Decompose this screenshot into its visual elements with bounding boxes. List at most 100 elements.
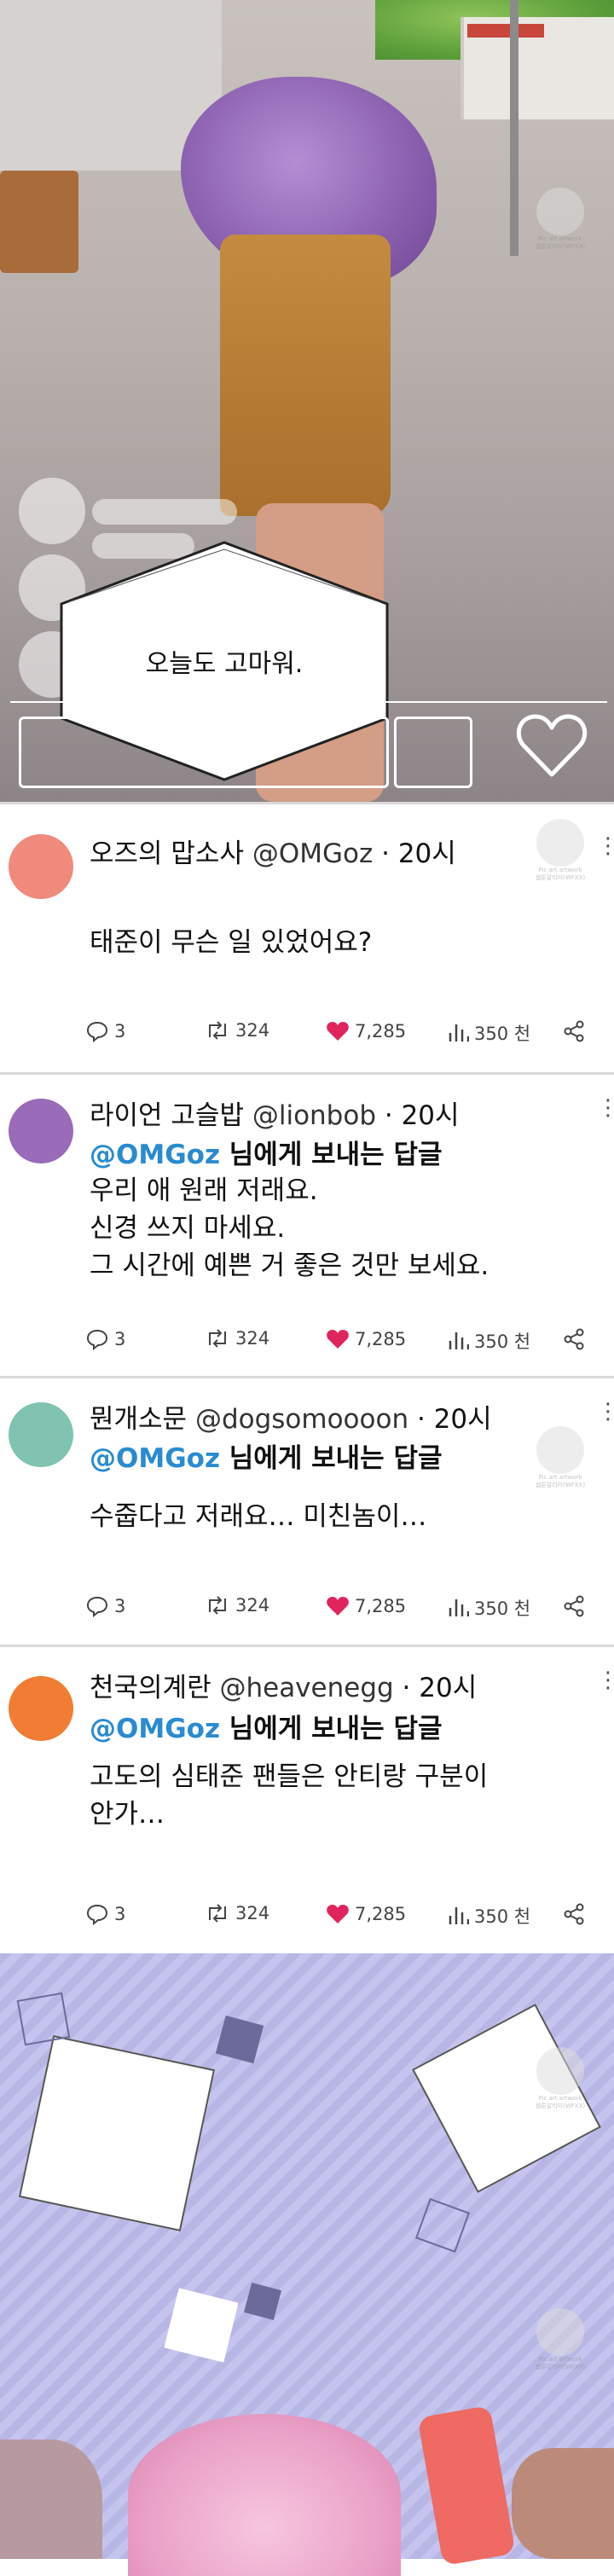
views-button[interactable]: 350 천 (447, 1595, 530, 1621)
more-options-icon[interactable]: ⋮ (597, 1668, 614, 1693)
tweet-header: 천국의계란 @heavenegg · 20시 (90, 1666, 477, 1704)
timestamp[interactable]: · 20시 (381, 838, 456, 869)
character-hand (512, 2448, 614, 2559)
timestamp[interactable]: · 20시 (403, 1673, 478, 1703)
reply-label: 님에게 보내는 답글 (220, 1443, 443, 1474)
display-name[interactable]: 오즈의 맙소사 (90, 838, 244, 869)
handle[interactable]: @heavenegg (219, 1673, 393, 1703)
retweet-icon (205, 1020, 230, 1041)
tweet-actions: 3 324 7,285 350 천 (85, 1595, 597, 1622)
timestamp[interactable]: · 20시 (385, 1100, 460, 1131)
character-hair (128, 2414, 401, 2576)
retweet-button[interactable]: 324 (205, 1328, 269, 1349)
ui-divider (10, 701, 607, 703)
reply-count: 3 (114, 1329, 126, 1349)
mention-link[interactable]: @OMGoz (90, 1443, 220, 1474)
like-button[interactable]: 7,285 (326, 1328, 406, 1350)
views-icon (447, 1598, 469, 1618)
watermark-logo: Pic art artwork 웹툰알리미(WFXX) (534, 2047, 587, 2132)
views-button[interactable]: 350 천 (447, 1328, 530, 1354)
tweet-body-line: 우리 애 원래 저래요. (90, 1175, 318, 1206)
views-icon (447, 1023, 469, 1043)
retweet-button[interactable]: 324 (205, 1903, 269, 1923)
handle[interactable]: @dogsomoooon (195, 1404, 408, 1435)
mention-link[interactable]: @OMGoz (90, 1714, 220, 1744)
share-button[interactable] (563, 1903, 585, 1925)
like-button[interactable]: 7,285 (326, 1020, 406, 1042)
reply-count: 3 (114, 1021, 126, 1041)
reply-button[interactable]: 3 (85, 1020, 125, 1042)
tweet-actions: 3 324 7,285 350 천 (85, 1903, 597, 1930)
reply-icon (85, 1903, 109, 1925)
decor-card (18, 2034, 216, 2232)
share-button[interactable] (563, 1328, 585, 1350)
reply-label: 님에게 보내는 답글 (220, 1714, 443, 1744)
more-options-icon[interactable]: ⋮ (597, 833, 614, 859)
share-button[interactable] (563, 1595, 585, 1617)
tweet-body: 우리 애 원래 저래요. 신경 쓰지 마세요. 그 시간에 예쁜 거 좋은 것만… (90, 1172, 489, 1285)
tweet-body: 수줍다고 저래요… 미친놈이… (90, 1498, 426, 1535)
avatar[interactable] (9, 1099, 73, 1163)
reply-button[interactable]: 3 (85, 1595, 125, 1617)
tweet[interactable]: 라이언 고슬밥 @lionbob · 20시 ⋮ @OMGoz 님에게 보내는 … (0, 1075, 614, 1376)
tweet-header: 라이언 고슬밥 @lionbob · 20시 (90, 1094, 460, 1132)
timestamp[interactable]: · 20시 (417, 1404, 492, 1435)
views-button[interactable]: 350 천 (447, 1020, 530, 1046)
handle[interactable]: @OMGoz (252, 838, 373, 869)
reply-count: 3 (114, 1904, 126, 1924)
tweet[interactable]: 천국의계란 @heavenegg · 20시 ⋮ @OMGoz 님에게 보내는 … (0, 1647, 614, 1953)
tweet-header: 오즈의 맙소사 @OMGoz · 20시 (90, 832, 456, 870)
reply-button[interactable]: 3 (85, 1903, 125, 1925)
retweet-count: 324 (235, 1903, 270, 1923)
avatar[interactable] (9, 1402, 73, 1467)
tweet-body: 고도의 심태준 팬들은 안티랑 구분이 안가… (90, 1758, 488, 1833)
display-name[interactable]: 뭔개소문 (90, 1404, 187, 1435)
avatar[interactable] (9, 834, 73, 899)
watermark-logo: Pic art artwork 웹툰알리미(WFXX) (534, 2308, 587, 2393)
tweet-body-line: 고도의 심태준 팬들은 안티랑 구분이 (90, 1761, 489, 1792)
mention-link[interactable]: @OMGoz (90, 1140, 220, 1170)
reply-to-line: @OMGoz 님에게 보내는 답글 (90, 1707, 443, 1745)
watermark-logo: Pic art artwork 웹툰알리미(WFXX) (534, 1426, 587, 1511)
retweet-count: 324 (235, 1595, 270, 1616)
tweet-body-line: 신경 쓰지 마세요. (90, 1213, 286, 1244)
handle[interactable]: @lionbob (252, 1100, 376, 1131)
character-arm (0, 2440, 102, 2559)
share-icon (563, 1328, 585, 1350)
reply-to-line: @OMGoz 님에게 보내는 답글 (90, 1436, 443, 1475)
more-options-icon[interactable]: ⋮ (597, 1095, 614, 1121)
retweet-button[interactable]: 324 (205, 1020, 269, 1041)
tweet[interactable]: 뭔개소문 @dogsomoooon · 20시 ⋮ @OMGoz 님에게 보내는… (0, 1378, 614, 1645)
retweet-icon (205, 1595, 230, 1616)
like-button[interactable]: 7,285 (326, 1595, 406, 1617)
views-count: 350 천 (474, 1332, 531, 1352)
street-pole (510, 0, 518, 256)
heart-icon (326, 1020, 350, 1042)
character-shorts (220, 235, 391, 516)
tweet-actions: 3 324 7,285 350 천 (85, 1020, 597, 1047)
reply-button[interactable]: 3 (85, 1328, 125, 1350)
display-name[interactable]: 천국의계란 (90, 1673, 211, 1703)
tweet[interactable]: 오즈의 맙소사 @OMGoz · 20시 ⋮ 태준이 무슨 일 있었어요? 33… (0, 804, 614, 1072)
like-count: 7,285 (355, 1596, 407, 1616)
views-icon (447, 1331, 469, 1351)
share-button[interactable] (563, 1020, 585, 1042)
display-name[interactable]: 라이언 고슬밥 (90, 1100, 244, 1131)
retweet-button[interactable]: 324 (205, 1595, 269, 1616)
reply-icon (85, 1328, 109, 1350)
like-count: 7,285 (355, 1329, 407, 1349)
heart-icon (326, 1328, 350, 1350)
tweet-body-line: 그 시간에 예쁜 거 좋은 것만 보세요. (90, 1250, 489, 1281)
like-count: 7,285 (355, 1904, 407, 1924)
retweet-icon (205, 1328, 230, 1349)
retweet-count: 324 (235, 1020, 270, 1041)
tweet-body-line: 태준이 무슨 일 있었어요? (90, 927, 373, 958)
retweet-icon (205, 1903, 230, 1923)
reply-icon (85, 1020, 109, 1042)
more-options-icon[interactable]: ⋮ (597, 1399, 614, 1424)
avatar[interactable] (9, 1676, 73, 1741)
like-button[interactable]: 7,285 (326, 1903, 406, 1925)
views-count: 350 천 (474, 1598, 531, 1619)
ui-comment-box (19, 717, 389, 788)
views-button[interactable]: 350 천 (447, 1903, 530, 1929)
